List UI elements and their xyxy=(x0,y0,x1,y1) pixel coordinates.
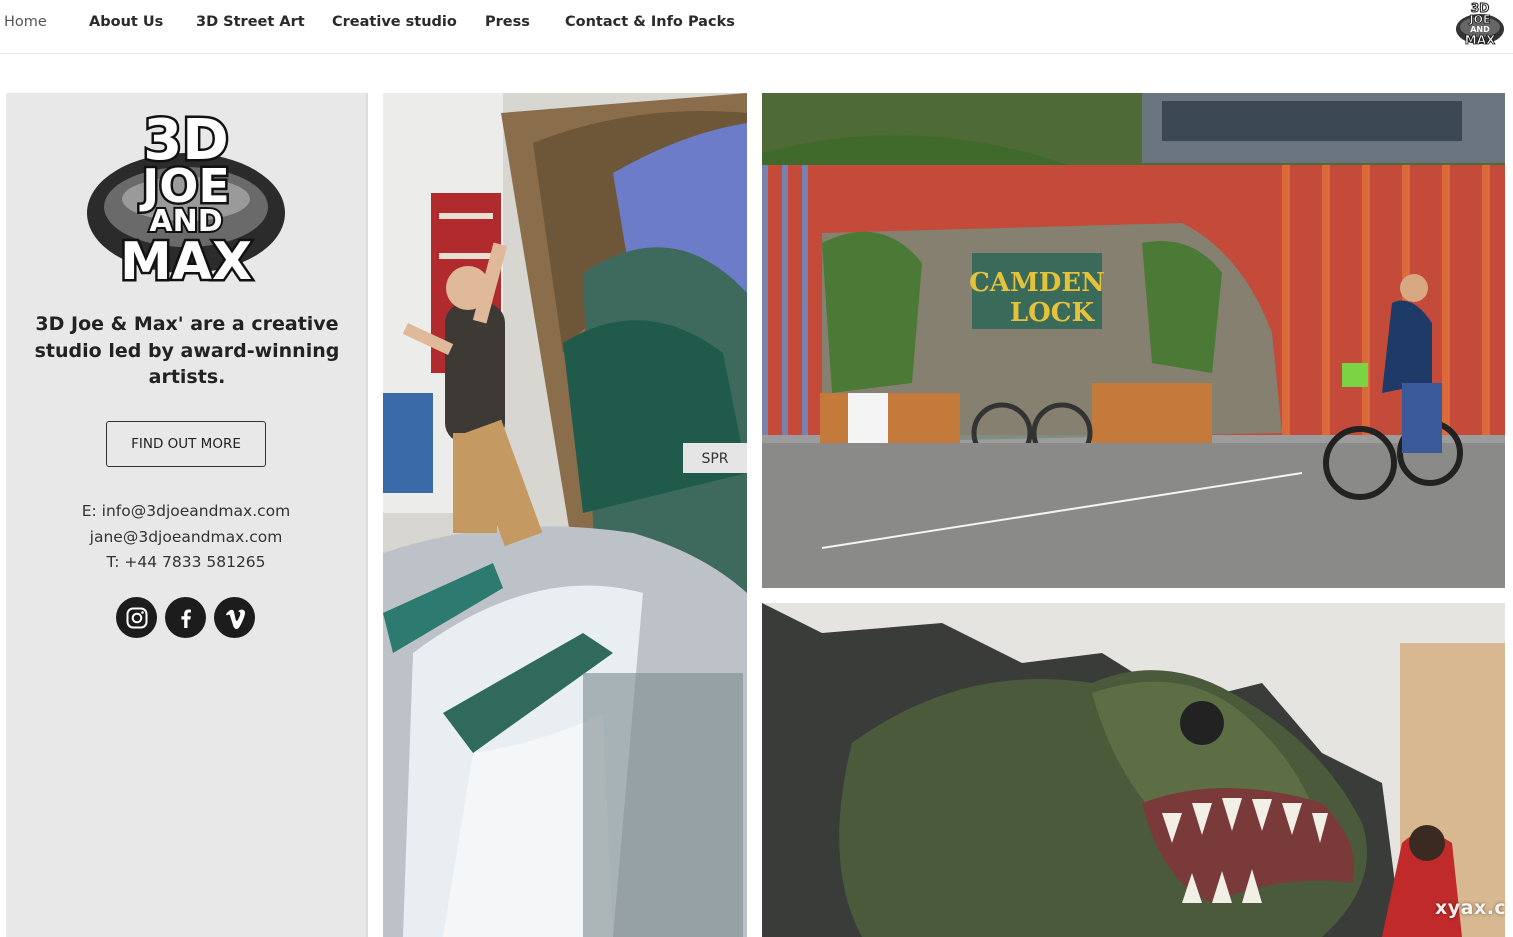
svg-text:LOCK: LOCK xyxy=(1010,298,1096,328)
intro-panel: 3D JOE AND MAX 3D Joe & Max' are a creat… xyxy=(6,93,368,937)
contact-phone[interactable]: T: +44 7833 581265 xyxy=(26,550,346,576)
nav-about-us[interactable]: About Us xyxy=(89,12,163,32)
svg-text:SPR: SPR xyxy=(701,451,728,467)
camden-lock-illustration: CAMDEN LOCK xyxy=(762,93,1505,588)
contact-email-jane[interactable]: jane@3djoeandmax.com xyxy=(26,525,346,551)
trex-illustration xyxy=(762,603,1505,937)
find-out-more-button[interactable]: FIND OUT MORE xyxy=(106,421,266,467)
svg-text:MAX: MAX xyxy=(1465,33,1496,47)
nav-creative-studio[interactable]: Creative studio xyxy=(332,12,457,32)
vimeo-link[interactable] xyxy=(214,597,255,638)
nav-contact-info-packs[interactable]: Contact & Info Packs xyxy=(565,12,735,32)
instagram-link[interactable] xyxy=(116,597,157,638)
tagline: 3D Joe & Max' are a creative studio led … xyxy=(34,313,340,388)
top-navigation: Home About Us 3D Street Art Creative stu… xyxy=(0,0,1513,54)
contact-details: E: info@3djoeandmax.com jane@3djoeandmax… xyxy=(26,499,346,576)
vimeo-icon xyxy=(225,609,245,629)
trex-photo[interactable] xyxy=(762,603,1505,937)
contact-email-info[interactable]: E: info@3djoeandmax.com xyxy=(26,499,346,525)
nav-press[interactable]: Press xyxy=(485,12,530,32)
surf-waterfall-illustration: SPR xyxy=(383,93,747,937)
facebook-icon xyxy=(180,609,191,628)
camden-lock-photo[interactable]: CAMDEN LOCK xyxy=(762,93,1505,588)
social-links xyxy=(116,597,255,638)
surf-waterfall-photo[interactable]: SPR xyxy=(383,93,747,937)
watermark: xyax.c xyxy=(1435,897,1507,919)
brand-logo: 3D JOE AND MAX xyxy=(87,107,285,287)
facebook-link[interactable] xyxy=(165,597,206,638)
nav-3d-street-art[interactable]: 3D Street Art xyxy=(196,12,305,32)
instagram-icon xyxy=(126,607,147,628)
nav-logo[interactable]: 3D JOE AND MAX xyxy=(1455,1,1505,47)
nav-home[interactable]: Home xyxy=(4,12,47,32)
svg-text:CAMDEN: CAMDEN xyxy=(969,268,1105,298)
svg-text:MAX: MAX xyxy=(120,232,252,287)
